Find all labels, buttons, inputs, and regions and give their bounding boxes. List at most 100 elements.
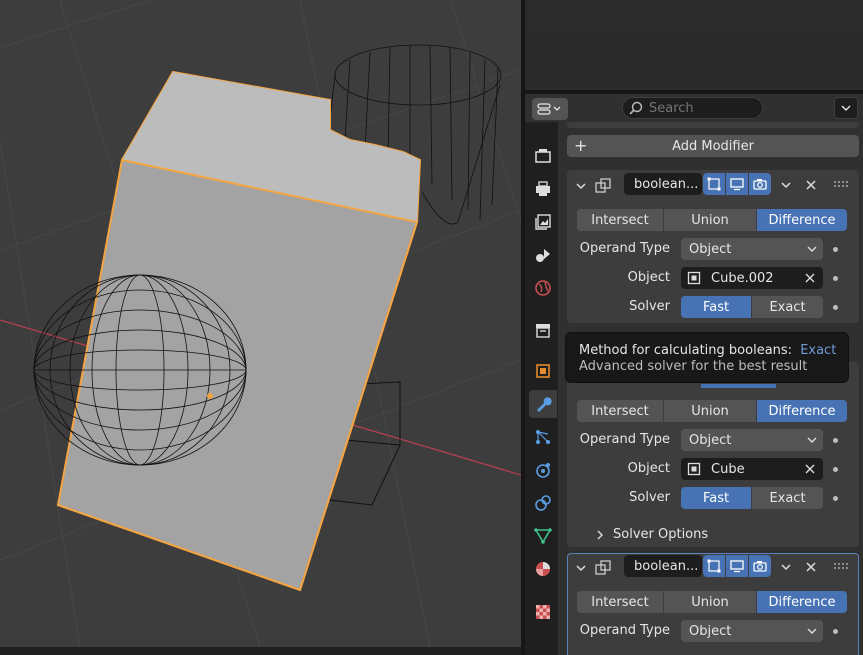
object-cube-icon: [687, 271, 701, 285]
keyframe-dot[interactable]: [833, 247, 838, 252]
tab-scene[interactable]: [529, 241, 557, 269]
operand-type-dropdown[interactable]: Object: [681, 620, 823, 642]
tab-physics[interactable]: [529, 456, 557, 484]
keyframe-dot[interactable]: [833, 305, 838, 310]
keyframe-dot[interactable]: [833, 629, 838, 634]
render-icon: [535, 149, 551, 163]
drag-handle-icon[interactable]: [833, 561, 849, 571]
difference-button[interactable]: Difference: [757, 209, 847, 231]
world-icon: [535, 280, 551, 296]
tab-data[interactable]: [529, 522, 557, 550]
particles-icon: [536, 430, 550, 444]
solver-fast-button[interactable]: Fast: [681, 296, 751, 318]
tab-particles[interactable]: [529, 423, 557, 451]
tab-constraints[interactable]: [529, 489, 557, 517]
editor-type-icon: [537, 103, 561, 115]
modifier-2: [567, 362, 859, 547]
add-modifier-button[interactable]: + Add Modifier: [567, 135, 859, 157]
editor-type-button[interactable]: [532, 98, 568, 120]
solver-options-subpanel[interactable]: Solver Options: [595, 527, 708, 542]
chevron-down-icon[interactable]: [780, 179, 792, 191]
object-field[interactable]: Cube.002: [681, 267, 823, 289]
clear-icon[interactable]: [805, 273, 815, 283]
solver-fast-button[interactable]: Fast: [681, 487, 751, 509]
union-button[interactable]: Union: [664, 400, 756, 422]
modifier-2-toggles[interactable]: [701, 384, 776, 388]
boolean-modifier-icon: [595, 560, 611, 575]
keyframe-dot[interactable]: [833, 276, 838, 281]
search-field[interactable]: [622, 97, 763, 119]
edit-mode-toggle[interactable]: [703, 555, 725, 577]
tab-view-layer[interactable]: [529, 208, 557, 236]
texture-icon: [536, 605, 550, 619]
edit-mode-toggle[interactable]: [703, 173, 725, 195]
difference-button[interactable]: Difference: [757, 400, 847, 422]
difference-button[interactable]: Difference: [757, 591, 847, 613]
scene-icon: [536, 249, 550, 262]
collapse-chevron-icon[interactable]: [575, 180, 587, 192]
chevron-down-icon: [807, 628, 817, 634]
operand-type-label: Operand Type: [579, 432, 670, 447]
tab-collection[interactable]: [529, 316, 557, 344]
edit-mode-icon: [707, 177, 721, 191]
object-label: Object: [627, 270, 670, 285]
tooltip-value: Exact: [800, 343, 837, 358]
render-toggle[interactable]: [749, 173, 771, 195]
intersect-button[interactable]: Intersect: [577, 209, 663, 231]
collection-icon: [536, 324, 550, 338]
solver-exact-button[interactable]: Exact: [752, 487, 823, 509]
mesh-data-icon: [534, 528, 552, 544]
properties-tabs: [525, 122, 558, 655]
union-button[interactable]: Union: [664, 591, 756, 613]
3d-viewport[interactable]: [0, 0, 521, 647]
keyframe-dot[interactable]: [833, 496, 838, 501]
union-button[interactable]: Union: [664, 209, 756, 231]
drag-handle-icon[interactable]: [833, 179, 849, 189]
viewport-scene: [0, 0, 521, 647]
keyframe-dot[interactable]: [833, 438, 838, 443]
tab-world[interactable]: [529, 274, 557, 302]
viewport-toggle[interactable]: [726, 173, 748, 195]
camera-icon: [753, 561, 767, 572]
object-icon: [536, 364, 550, 378]
monitor-icon: [730, 560, 744, 573]
viewport-toggle[interactable]: [726, 555, 748, 577]
collapse-chevron-icon[interactable]: [575, 562, 587, 574]
constraints-icon: [535, 495, 551, 511]
monitor-icon: [730, 178, 744, 191]
options-dropdown[interactable]: [834, 97, 858, 119]
outliner-content: [525, 34, 863, 90]
outliner-area: [525, 0, 863, 90]
close-icon[interactable]: [805, 179, 817, 191]
search-input[interactable]: [649, 100, 759, 116]
outliner-header: [525, 0, 863, 34]
render-toggle[interactable]: [749, 555, 771, 577]
operand-type-dropdown[interactable]: Object: [681, 238, 823, 260]
solver-tooltip: Method for calculating booleans: Exact A…: [565, 332, 849, 383]
chevron-down-icon[interactable]: [780, 561, 792, 573]
object-field[interactable]: Cube: [681, 458, 823, 480]
keyframe-dot[interactable]: [833, 467, 838, 472]
modifier-name-field[interactable]: boolean...: [624, 555, 702, 577]
close-icon[interactable]: [805, 561, 817, 573]
view-layer-icon: [535, 214, 551, 230]
object-origin: [207, 393, 213, 399]
operand-type-label: Operand Type: [579, 623, 670, 638]
tab-material[interactable]: [529, 555, 557, 583]
clear-icon[interactable]: [805, 464, 815, 474]
search-icon: [629, 101, 643, 115]
tab-object[interactable]: [529, 357, 557, 385]
solver-exact-button[interactable]: Exact: [752, 296, 823, 318]
intersect-button[interactable]: Intersect: [577, 400, 663, 422]
intersect-button[interactable]: Intersect: [577, 591, 663, 613]
tab-modifiers[interactable]: [529, 390, 557, 418]
modifier-name-field[interactable]: boolean...: [624, 173, 702, 195]
tab-render[interactable]: [529, 142, 557, 170]
operand-type-dropdown[interactable]: Object: [681, 429, 823, 451]
solver-label: Solver: [629, 299, 670, 314]
object-label: Object: [627, 461, 670, 476]
tab-texture[interactable]: [529, 598, 557, 626]
tab-output[interactable]: [529, 175, 557, 203]
add-modifier-label: Add Modifier: [672, 138, 754, 154]
chevron-down-icon: [807, 437, 817, 443]
